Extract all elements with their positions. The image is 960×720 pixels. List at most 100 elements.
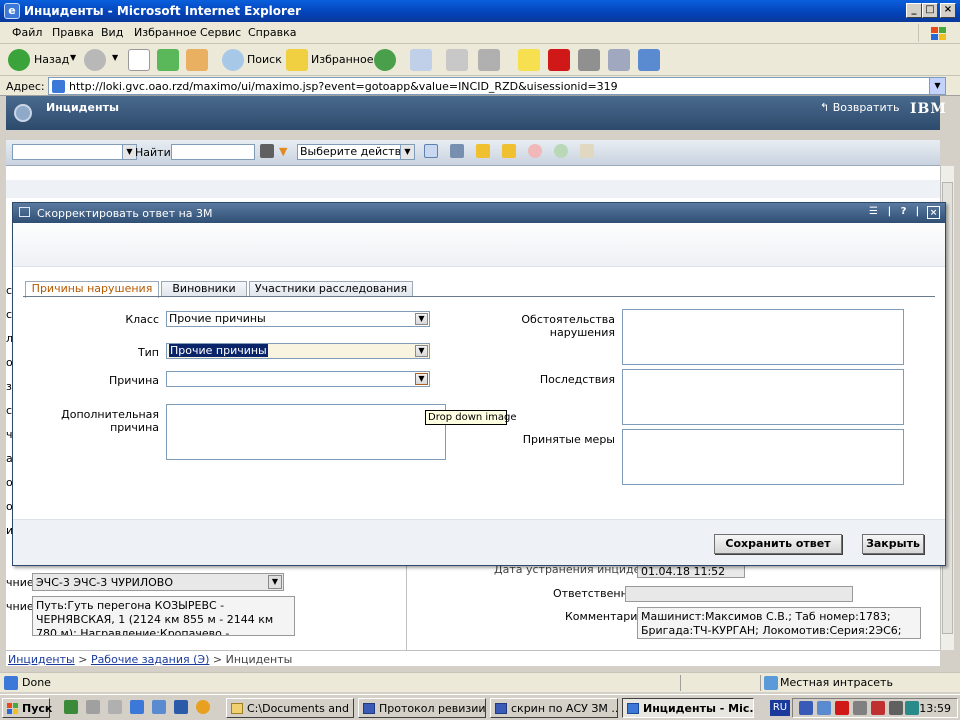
status-change-icon[interactable] [528, 144, 542, 158]
save-icon[interactable] [450, 144, 464, 158]
explorer-icon[interactable] [174, 700, 188, 714]
task-incidents[interactable]: Инциденты - Mic... [622, 698, 754, 718]
binoculars-icon[interactable] [260, 144, 274, 158]
subdivision-field[interactable]: ЭЧС-3 ЭЧС-3 ЧУРИЛОВО ▼ [32, 573, 284, 591]
tray-icon[interactable] [905, 701, 919, 715]
return-link[interactable]: ↰ Возвратить [820, 101, 900, 114]
desktop-icon[interactable] [86, 700, 100, 714]
app-title: Инциденты [46, 101, 119, 114]
minimize-button[interactable]: _ [906, 3, 922, 18]
tray-icon[interactable] [871, 701, 885, 715]
chevron-down-icon[interactable]: ▼ [415, 313, 428, 325]
reason-select[interactable]: ▼ [166, 371, 430, 387]
type-value: Прочие причины [169, 344, 268, 357]
forward-arrow-icon[interactable] [84, 49, 106, 71]
menu-help[interactable]: Справка [248, 26, 296, 39]
dialog-help-icon[interactable]: ? [897, 206, 910, 219]
type-select[interactable]: Прочие причины ▼ [166, 343, 430, 359]
menu-tools[interactable]: Сервис [200, 26, 241, 39]
address-input[interactable]: http://loki.gvc.oao.rzd/maximo/ui/maximo… [48, 77, 946, 95]
chevron-down-icon[interactable]: ▼ [268, 575, 282, 589]
return-link-label[interactable]: Возвратить [833, 101, 900, 114]
route-workflow-icon[interactable] [554, 144, 568, 158]
media-icon[interactable] [374, 49, 396, 71]
start-button[interactable]: Пуск [2, 698, 52, 718]
task-documents[interactable]: C:\Documents and S... [226, 698, 354, 718]
action-select[interactable]: Выберите действие ▼ [297, 144, 415, 160]
media-player-icon[interactable] [196, 700, 210, 714]
tab-investigation-participants[interactable]: Участники расследования [249, 281, 413, 297]
search-icon[interactable] [222, 49, 244, 71]
chevron-down-icon[interactable]: ▼ [415, 373, 428, 385]
measures-textarea[interactable] [622, 429, 904, 485]
task-protocol[interactable]: Протокол ревизии ... [358, 698, 486, 718]
filter-arrow-icon[interactable]: ▼ [279, 145, 287, 158]
favorites-star-icon[interactable] [286, 49, 308, 71]
back-arrow-icon[interactable] [8, 49, 30, 71]
dialog-menu-icon[interactable]: ☰ [867, 206, 880, 219]
close-dialog-button[interactable]: Закрыть [862, 534, 924, 554]
outlook-icon[interactable] [152, 700, 166, 714]
menu-edit[interactable]: Правка [52, 26, 94, 39]
mail-icon[interactable] [410, 49, 432, 71]
edit-icon[interactable] [478, 49, 500, 71]
dialog-separator-icon: | [887, 206, 892, 217]
clock[interactable]: 13:59 [919, 702, 951, 715]
dialog-title: Скорректировать ответ на 3М [37, 207, 213, 220]
circumstances-textarea[interactable] [622, 309, 904, 365]
menu-file[interactable]: Файл [12, 26, 42, 39]
favorites-button-label[interactable]: Избранное [311, 53, 373, 66]
query-select[interactable]: ▼ [12, 144, 137, 160]
responsible-field[interactable] [625, 586, 853, 602]
bulletin-icon[interactable] [580, 144, 594, 158]
save-response-button[interactable]: Сохранить ответ [714, 534, 842, 554]
print-icon[interactable] [446, 49, 468, 71]
address-dropdown-icon[interactable]: ▼ [929, 78, 945, 94]
menu-bar: Файл Правка Вид Избранное Сервис Справка [0, 22, 960, 44]
chevron-down-icon[interactable]: ▼ [415, 345, 428, 357]
tree-icon[interactable] [64, 700, 78, 714]
breadcrumb-work-orders[interactable]: Рабочие задания (Э) [91, 653, 209, 666]
back-button-label[interactable]: Назад [34, 53, 69, 66]
dialog-close-icon[interactable]: × [927, 206, 940, 219]
location-textarea[interactable]: Путь:Гуть перегона КОЗЫРЕВС - ЧЕРНЯВСКАЯ… [32, 596, 295, 636]
task-screenshot[interactable]: скрин по АСУ ЗМ ... [490, 698, 618, 718]
users-icon[interactable] [638, 49, 660, 71]
kaspersky-tray-icon[interactable] [835, 701, 849, 715]
new-record-icon[interactable] [424, 144, 438, 158]
stop-icon[interactable] [128, 49, 150, 71]
consequences-textarea[interactable] [622, 369, 904, 425]
network-icon[interactable] [108, 700, 122, 714]
chevron-down-icon[interactable]: ▼ [400, 145, 414, 159]
back-dropdown-icon[interactable]: ▼ [70, 53, 76, 62]
chevron-down-icon[interactable]: ▼ [122, 145, 136, 159]
class-select[interactable]: Прочие причины ▼ [166, 311, 430, 327]
previous-arrow-icon[interactable] [476, 144, 490, 158]
breadcrumb-incidents[interactable]: Инциденты [8, 653, 75, 666]
messenger-icon[interactable] [578, 49, 600, 71]
volume-icon[interactable] [889, 701, 903, 715]
research-icon[interactable] [608, 49, 630, 71]
next-arrow-icon[interactable] [502, 144, 516, 158]
tray-icon[interactable] [853, 701, 867, 715]
ie-quicklaunch-icon[interactable] [130, 700, 144, 714]
menu-view[interactable]: Вид [101, 26, 123, 39]
address-url[interactable]: http://loki.gvc.oao.rzd/maximo/ui/maximo… [69, 80, 618, 93]
menu-favorites[interactable]: Избранное [134, 26, 196, 39]
kaspersky-icon[interactable] [548, 49, 570, 71]
tray-icon[interactable] [799, 701, 813, 715]
forward-dropdown-icon[interactable]: ▼ [112, 53, 118, 62]
tab-culprits[interactable]: Виновники [161, 281, 247, 297]
note-icon[interactable] [518, 49, 540, 71]
comment-textarea[interactable]: Машинист:Максимов С.В.; Таб номер:1783; … [637, 607, 921, 639]
maximize-button[interactable]: □ [922, 3, 938, 18]
additional-reason-textarea[interactable] [166, 404, 446, 460]
language-indicator[interactable]: RU [770, 700, 790, 716]
refresh-icon[interactable] [157, 49, 179, 71]
find-input[interactable] [171, 144, 255, 160]
start-label[interactable]: Пуск [22, 702, 52, 715]
search-button-label[interactable]: Поиск [247, 53, 282, 66]
close-window-button[interactable]: × [940, 3, 956, 18]
home-icon[interactable] [186, 49, 208, 71]
tray-icon[interactable] [817, 701, 831, 715]
